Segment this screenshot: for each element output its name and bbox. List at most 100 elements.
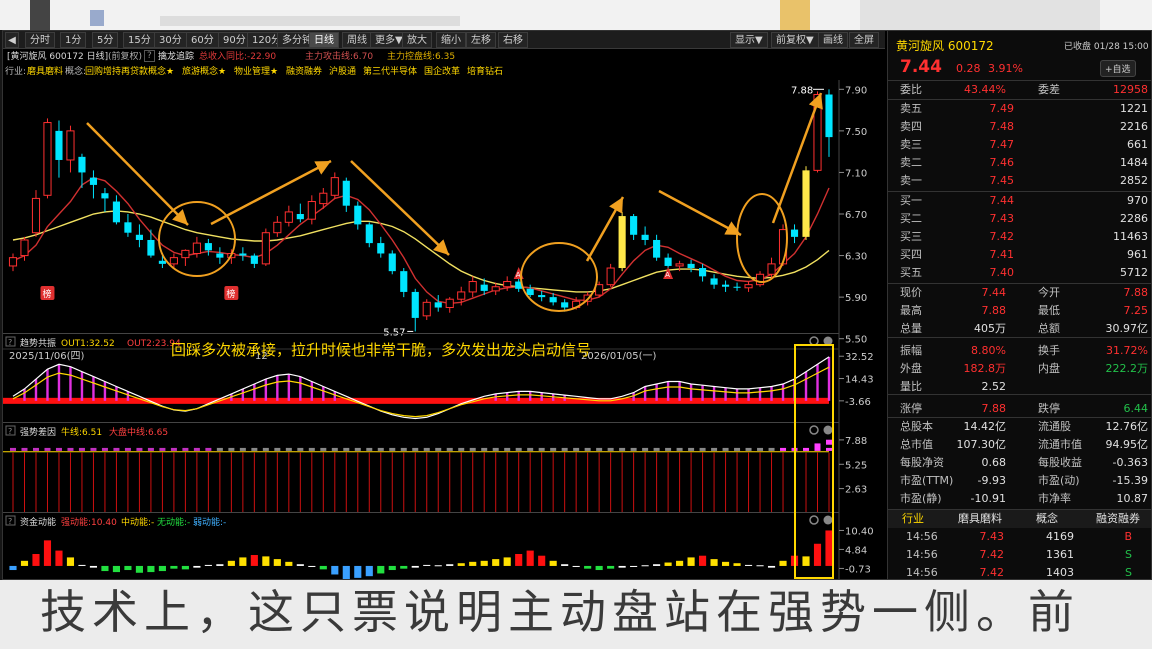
candle-body-8[interactable] — [101, 193, 109, 199]
candle-body-60[interactable] — [699, 268, 707, 277]
candle-body-59[interactable] — [687, 263, 695, 269]
bid-row-4[interactable]: 买五 7.40 5712 — [888, 264, 1151, 282]
candle-body-55[interactable] — [641, 234, 649, 240]
ask-label-0: 卖五 — [900, 102, 922, 115]
candle-body-6[interactable] — [78, 156, 86, 173]
candle-body-64[interactable] — [744, 284, 753, 289]
candle-body-25[interactable] — [296, 214, 304, 220]
candle-body-1[interactable] — [20, 239, 29, 257]
candle-body-39[interactable] — [457, 291, 466, 300]
candle-body-13[interactable] — [158, 260, 166, 264]
candle-body-46[interactable] — [538, 295, 546, 298]
candle-body-24[interactable] — [284, 211, 293, 223]
candle-body-0[interactable] — [8, 257, 18, 267]
info-tab-1[interactable]: 磨具磨料 — [958, 510, 1002, 528]
candle-body-33[interactable] — [388, 253, 396, 272]
candle-body-2[interactable] — [31, 197, 41, 234]
strength-pane-title[interactable]: 强势差因 — [20, 426, 56, 438]
trend-bar-70 — [816, 364, 819, 401]
momentum-pane-gear-icon[interactable] — [809, 515, 819, 525]
add-watchlist-button[interactable]: +自选 — [1100, 60, 1136, 77]
candle-body-48[interactable] — [561, 302, 569, 308]
candle-body-40[interactable] — [468, 281, 477, 293]
candle-body-15[interactable] — [181, 249, 190, 259]
candle-body-63[interactable] — [733, 286, 741, 288]
candle-body-37[interactable] — [434, 302, 442, 308]
candle-body-43[interactable] — [503, 281, 512, 288]
momentum-bar-65 — [756, 565, 764, 567]
info-tab-3[interactable]: 融资融券 — [1096, 510, 1140, 528]
candle-body-38[interactable] — [445, 298, 454, 309]
momentum-pane-title[interactable]: 资金动能 — [20, 516, 56, 528]
candle-body-56[interactable] — [653, 239, 661, 258]
momentum-bar-29 — [342, 565, 350, 579]
candle-body-22[interactable] — [261, 232, 270, 265]
ask-row-1[interactable]: 卖四 7.48 2216 — [888, 118, 1151, 136]
candle-body-16[interactable] — [192, 242, 201, 254]
candle-body-20[interactable] — [239, 253, 247, 256]
candle-body-28[interactable] — [330, 177, 339, 196]
candle-body-61[interactable] — [710, 278, 718, 285]
momentum-pane-close-icon[interactable] — [823, 515, 833, 525]
candle-body-18[interactable] — [216, 253, 224, 258]
info-tab-2[interactable]: 概念 — [1036, 510, 1058, 528]
candle-body-36[interactable] — [422, 301, 431, 317]
candle-body-54[interactable] — [630, 216, 638, 235]
ask-row-4[interactable]: 卖一 7.45 2852 — [888, 172, 1151, 190]
candle-body-35[interactable] — [411, 291, 419, 318]
ask-row-3[interactable]: 卖二 7.46 1484 — [888, 154, 1151, 172]
candle-body-3[interactable] — [43, 122, 52, 196]
candle-body-65[interactable] — [755, 273, 765, 286]
ask-row-2[interactable]: 卖三 7.47 661 — [888, 136, 1151, 154]
bid-row-1[interactable]: 买二 7.43 2286 — [888, 210, 1151, 228]
candle-body-26[interactable] — [307, 201, 316, 220]
strength-mark-45 — [527, 447, 534, 451]
candle-body-32[interactable] — [377, 243, 385, 254]
candle-body-53[interactable] — [618, 216, 626, 269]
candle-body-52[interactable] — [606, 267, 615, 286]
candle-body-30[interactable] — [354, 205, 362, 225]
candle-body-67[interactable] — [778, 229, 788, 265]
candle-body-27[interactable] — [319, 192, 328, 205]
candle-body-14[interactable] — [169, 257, 178, 265]
chart-canvas[interactable]: 7.90 7.50 7.10 6.70 6.30 5.90 5.50 7.88 5.57 榜 榜 A A… — [3, 31, 885, 580]
trend-bar-71 — [827, 356, 831, 401]
candle-body-47[interactable] — [549, 297, 557, 303]
info-tab-0[interactable]: 行业 — [902, 510, 924, 528]
strength-pane-gear-icon[interactable] — [809, 425, 819, 435]
candle-body-10[interactable] — [124, 222, 132, 233]
price-tick-label-3: 6.70 — [845, 210, 867, 221]
candle-body-29[interactable] — [342, 180, 350, 206]
candle-body-31[interactable] — [365, 224, 373, 244]
trend-pane-title[interactable]: 趋势共振 — [20, 337, 56, 349]
momentum-bar-34 — [400, 565, 408, 569]
candle-body-69[interactable] — [802, 170, 810, 237]
stat-row-2-value2: 30.97亿 — [1105, 322, 1149, 335]
strength-pane-close-icon[interactable] — [823, 425, 833, 435]
candle-body-41[interactable] — [480, 284, 488, 291]
candle-body-34[interactable] — [400, 271, 408, 292]
candle-body-11[interactable] — [135, 234, 143, 240]
candle-body-5[interactable] — [66, 130, 75, 161]
candle-body-21[interactable] — [250, 255, 258, 264]
candle-body-9[interactable] — [112, 201, 120, 223]
candle-body-62[interactable] — [722, 284, 730, 287]
candle-body-71[interactable] — [825, 94, 833, 138]
candle-body-42[interactable] — [491, 286, 500, 292]
candle-body-7[interactable] — [89, 177, 98, 185]
bid-row-3[interactable]: 买四 7.41 961 — [888, 246, 1151, 264]
candle-body-66[interactable] — [767, 263, 776, 275]
candle-body-12[interactable] — [147, 239, 155, 256]
candle-body-58[interactable] — [675, 263, 684, 267]
candle-body-4[interactable] — [55, 130, 63, 160]
candle-body-68[interactable] — [790, 229, 799, 237]
candle-body-45[interactable] — [526, 288, 534, 296]
candle-body-23[interactable] — [273, 221, 282, 234]
candle-body-57[interactable] — [664, 257, 672, 266]
bid-row-0[interactable]: 买一 7.44 970 — [888, 192, 1151, 210]
bid-row-2[interactable]: 买三 7.42 11463 — [888, 228, 1151, 246]
candle-body-17[interactable] — [204, 243, 212, 251]
ask-row-0[interactable]: 卖五 7.49 1221 — [888, 100, 1151, 118]
stat-row-0-label: 现价 — [900, 286, 922, 299]
strength-mark-35 — [412, 447, 419, 451]
